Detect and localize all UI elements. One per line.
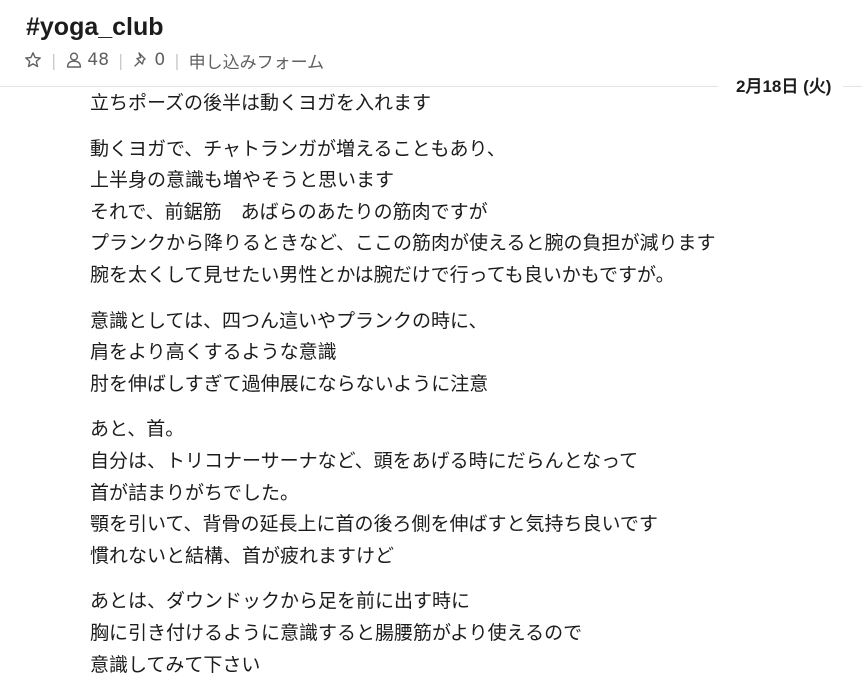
message-line: あとは、ダウンドックから足を前に出す時に — [90, 590, 471, 613]
member-count-button[interactable]: 48 — [65, 50, 109, 70]
meta-separator: | — [118, 50, 124, 70]
message-paragraph: 動くヨガで、チャトランガが増えることもあり、 上半身の意識も増やそうと思います … — [90, 134, 830, 292]
message-line: 胸に引き付けるように意識すると腸腰筋がより使えるので — [90, 621, 583, 644]
message-line: 上半身の意識も増やそうと思います — [90, 169, 395, 192]
message-line: それで、前鋸筋 あばらのあたりの筋肉ですが — [90, 200, 488, 223]
channel-meta-row: | 48 | 0 | 申し込みフォーム — [24, 48, 325, 73]
message-line: 首が詰まりがちでした。 — [90, 481, 300, 504]
pin-icon — [132, 51, 150, 69]
message-line: プランクから降りるときなど、ここの筋肉が使えると腕の負担が減ります — [90, 232, 716, 255]
message-line: 立ちポーズの後半は動くヨガを入れます — [90, 92, 432, 114]
message-line: 慣れないと結構、首が疲れますけど — [90, 544, 395, 567]
meta-separator: | — [51, 50, 57, 70]
message-body: 立ちポーズの後半は動くヨガを入れます 動くヨガで、チャトランガが増えることもあり… — [90, 88, 830, 695]
message-paragraph: 意識としては、四つん這いやプランクの時に、 肩をより高くするような意識 肘を伸ば… — [90, 306, 830, 401]
signup-form-link[interactable]: 申し込みフォーム — [189, 48, 325, 73]
message-line: 腕を太くして見せたい男性とかは腕だけで行っても良いかもですが。 — [90, 263, 675, 286]
message-line: 肘を伸ばしすぎて過伸展にならないように注意 — [90, 372, 489, 395]
message-line: 顎を引いて、背骨の延長上に首の後ろ側を伸ばすと気持ち良いです — [90, 513, 658, 536]
star-icon[interactable] — [24, 51, 42, 69]
message-line: あと、首。 — [90, 418, 185, 441]
message-line: 肩をより高くするような意識 — [90, 341, 337, 364]
message-line: 意識してみて下さい — [90, 653, 261, 676]
channel-title[interactable]: #yoga_club — [26, 11, 164, 43]
message-paragraph: あと、首。 自分は、トリコナーサーナなど、頭をあげる時にだらんとなって 首が詰ま… — [90, 414, 830, 572]
person-icon — [65, 51, 83, 69]
message-paragraph: 立ちポーズの後半は動くヨガを入れます — [90, 88, 830, 120]
pinned-count: 0 — [154, 50, 166, 70]
pinned-count-button[interactable]: 0 — [132, 50, 165, 70]
message-line: 動くヨガで、チャトランガが増えることもあり、 — [90, 137, 506, 160]
message-line: 自分は、トリコナーサーナなど、頭をあげる時にだらんとなって — [90, 449, 639, 472]
meta-separator: | — [174, 50, 180, 70]
member-count: 48 — [87, 50, 110, 70]
message-paragraph: あとは、ダウンドックから足を前に出す時に 胸に引き付けるように意識すると腸腰筋が… — [90, 586, 830, 681]
message-line: 意識としては、四つん這いやプランクの時に、 — [90, 309, 488, 332]
